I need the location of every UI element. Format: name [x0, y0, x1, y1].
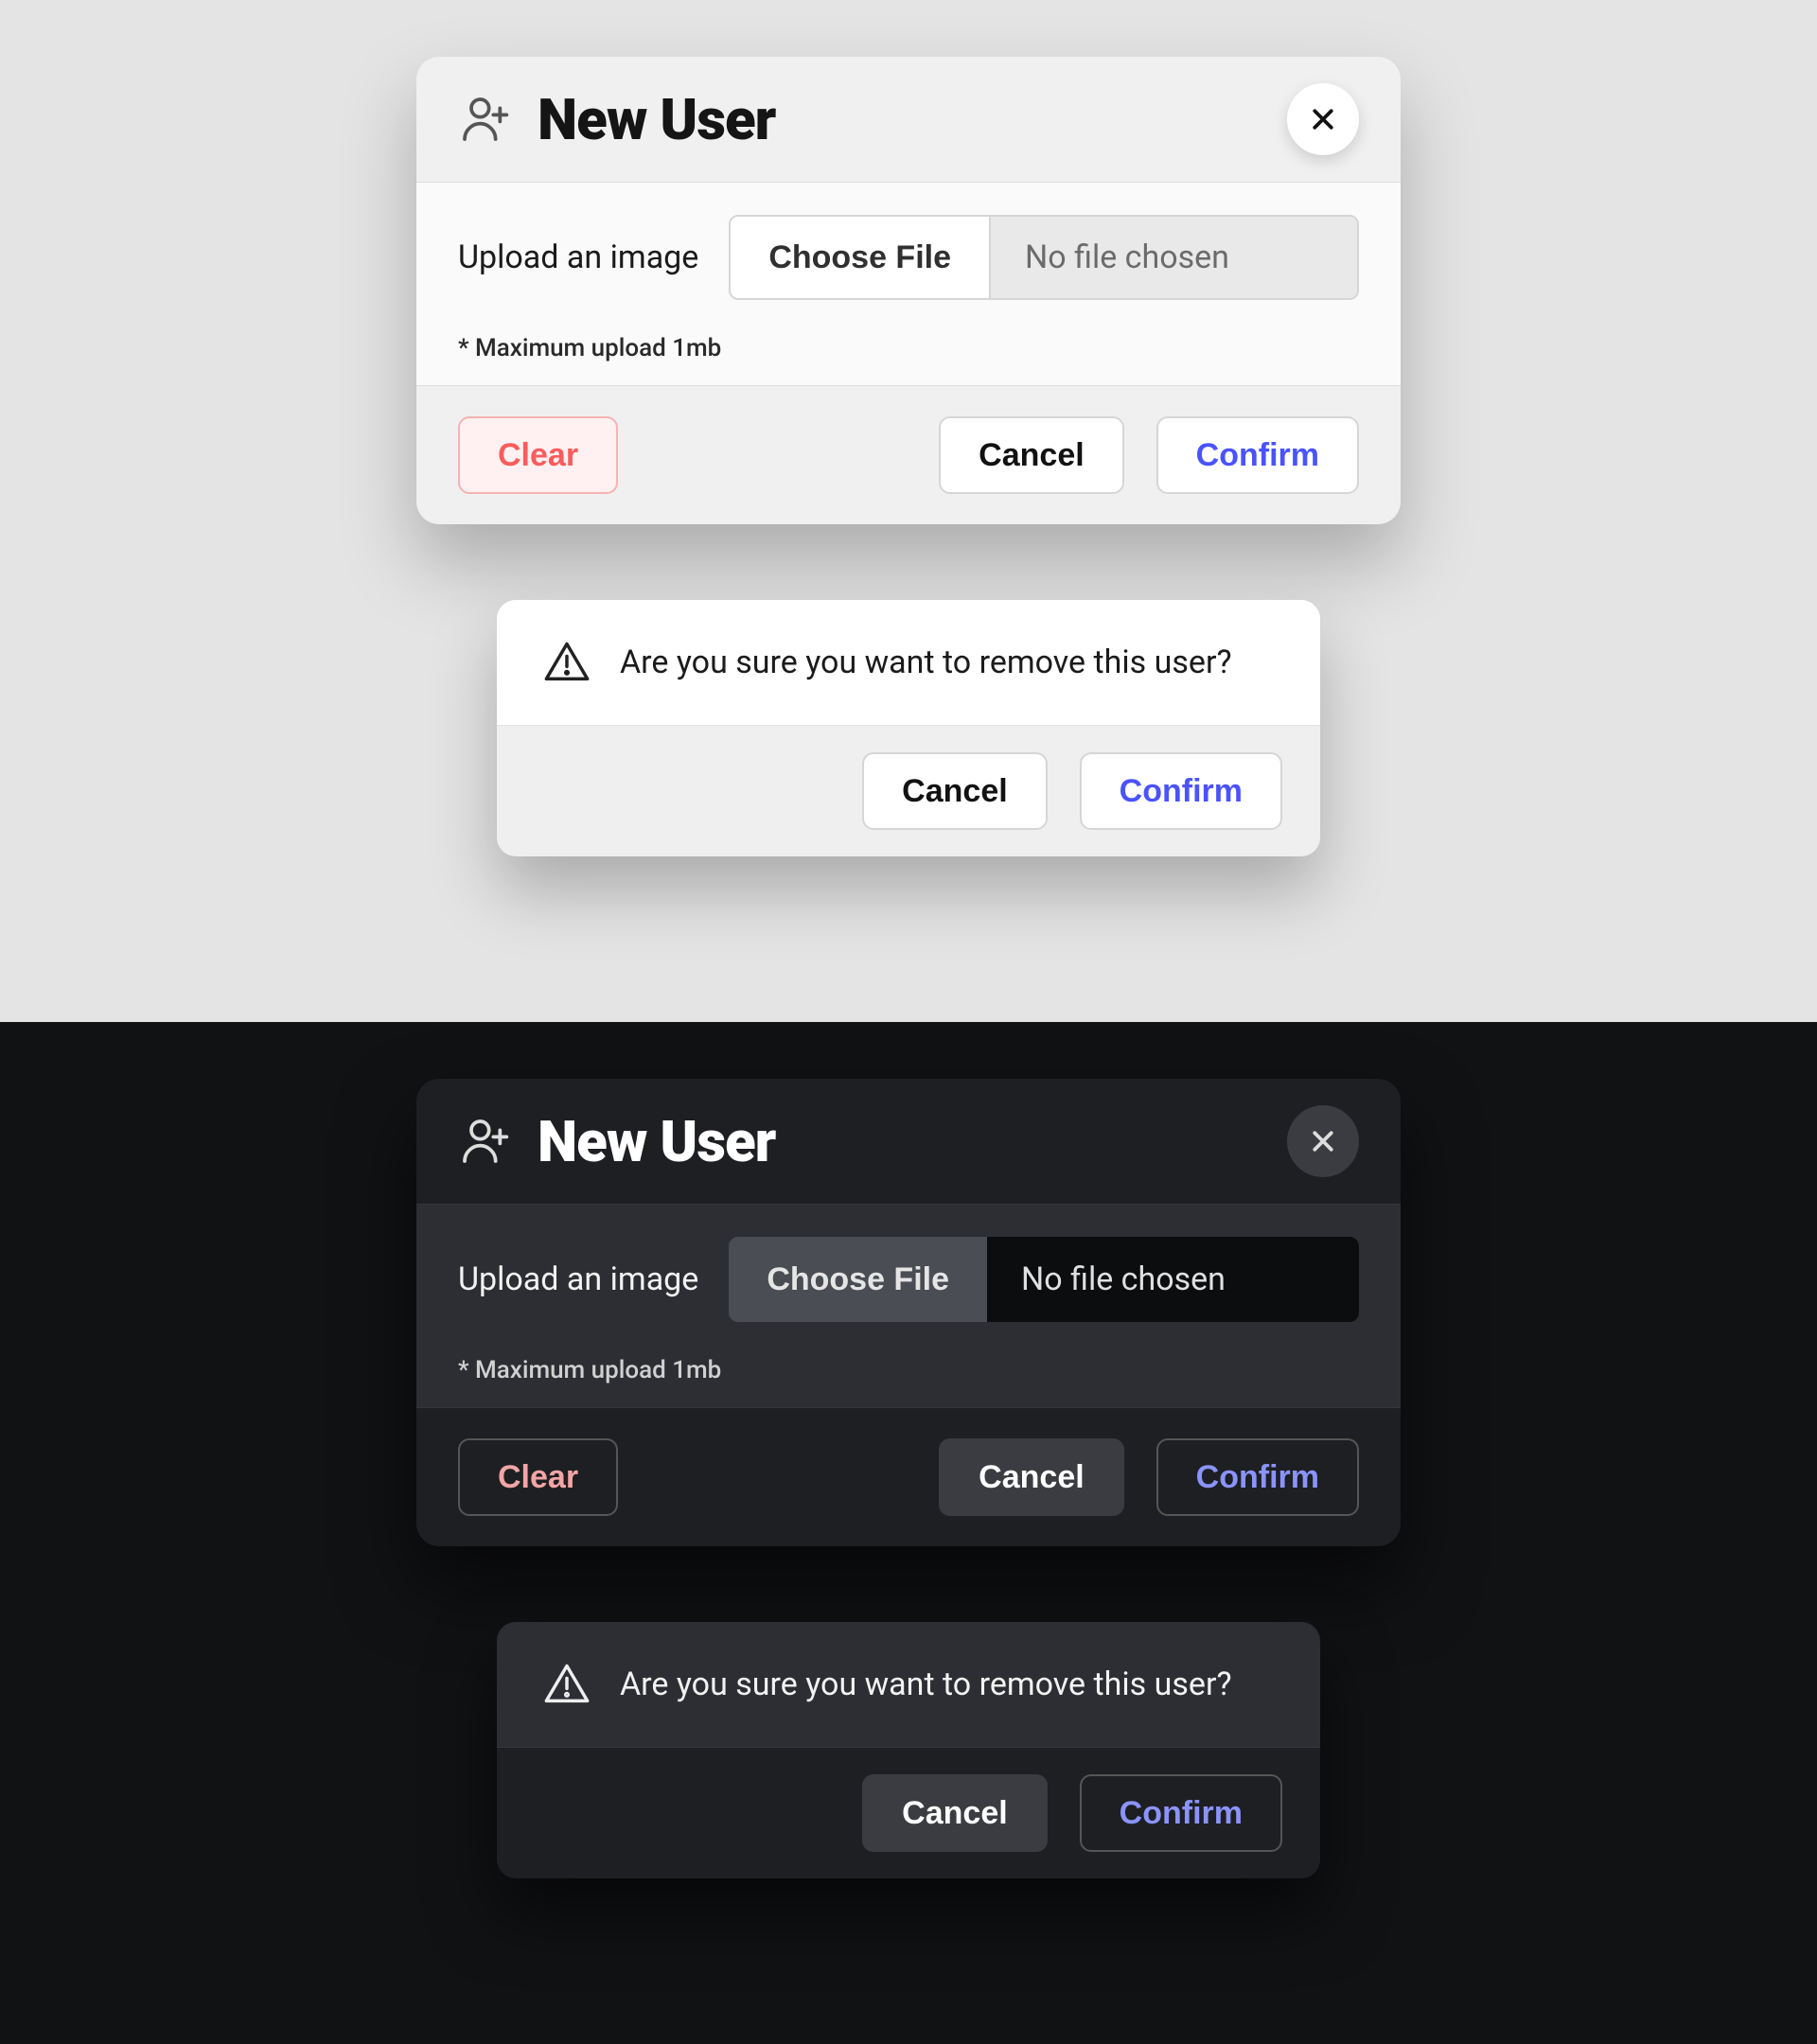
warning-icon — [542, 1660, 591, 1709]
upload-hint: * Maximum upload 1mb — [458, 1356, 1359, 1384]
dialog-footer: Cancel Confirm — [497, 726, 1320, 856]
close-button[interactable] — [1287, 1105, 1359, 1177]
remove-user-dialog: Are you sure you want to remove this use… — [497, 1622, 1320, 1878]
modal-footer: Clear Cancel Confirm — [416, 1408, 1401, 1546]
dialog-body: Are you sure you want to remove this use… — [497, 1622, 1320, 1748]
file-status: No file chosen — [987, 1237, 1359, 1322]
modal-header: New User — [416, 57, 1401, 183]
file-picker: Choose File No file chosen — [729, 1237, 1359, 1322]
footer-right: Cancel Confirm — [939, 1438, 1359, 1516]
dialog-cancel-button[interactable]: Cancel — [862, 1774, 1048, 1852]
modal-body: Upload an image Choose File No file chos… — [416, 1205, 1401, 1408]
clear-button[interactable]: Clear — [458, 1438, 618, 1516]
dialog-confirm-button[interactable]: Confirm — [1080, 752, 1282, 830]
confirm-button[interactable]: Confirm — [1156, 1438, 1359, 1516]
close-icon — [1309, 1127, 1337, 1155]
modal-footer: Clear Cancel Confirm — [416, 386, 1401, 524]
upload-row: Upload an image Choose File No file chos… — [458, 215, 1359, 300]
dialog-message: Are you sure you want to remove this use… — [620, 1665, 1232, 1703]
file-status: No file chosen — [991, 217, 1357, 298]
modal-title-wrap: New User — [458, 86, 775, 153]
upload-hint: * Maximum upload 1mb — [458, 334, 1359, 362]
modal-header: New User — [416, 1079, 1401, 1205]
footer-right: Cancel Confirm — [939, 416, 1359, 494]
close-button[interactable] — [1287, 83, 1359, 155]
choose-file-button[interactable]: Choose File — [731, 217, 991, 298]
close-icon — [1309, 105, 1337, 133]
clear-button[interactable]: Clear — [458, 416, 618, 494]
modal-title: New User — [538, 1108, 775, 1175]
new-user-modal: New User Upload an image Choose File No … — [416, 1079, 1401, 1546]
confirm-button[interactable]: Confirm — [1156, 416, 1359, 494]
warning-icon — [542, 638, 591, 687]
cancel-button[interactable]: Cancel — [939, 416, 1124, 494]
dialog-footer: Cancel Confirm — [497, 1748, 1320, 1878]
upload-label: Upload an image — [458, 1260, 698, 1298]
light-theme-panel: New User Upload an image Choose File No … — [0, 0, 1817, 1022]
user-plus-icon — [458, 1115, 511, 1168]
remove-user-dialog: Are you sure you want to remove this use… — [497, 600, 1320, 856]
dialog-body: Are you sure you want to remove this use… — [497, 600, 1320, 726]
dialog-cancel-button[interactable]: Cancel — [862, 752, 1048, 830]
dialog-message: Are you sure you want to remove this use… — [620, 643, 1232, 681]
choose-file-button[interactable]: Choose File — [729, 1237, 987, 1322]
dialog-confirm-button[interactable]: Confirm — [1080, 1774, 1282, 1852]
modal-title: New User — [538, 86, 775, 153]
modal-body: Upload an image Choose File No file chos… — [416, 183, 1401, 386]
upload-row: Upload an image Choose File No file chos… — [458, 1237, 1359, 1322]
new-user-modal: New User Upload an image Choose File No … — [416, 57, 1401, 524]
user-plus-icon — [458, 93, 511, 146]
file-picker: Choose File No file chosen — [729, 215, 1359, 300]
upload-label: Upload an image — [458, 238, 698, 276]
cancel-button[interactable]: Cancel — [939, 1438, 1124, 1516]
dark-theme-panel: New User Upload an image Choose File No … — [0, 1022, 1817, 2044]
modal-title-wrap: New User — [458, 1108, 775, 1175]
